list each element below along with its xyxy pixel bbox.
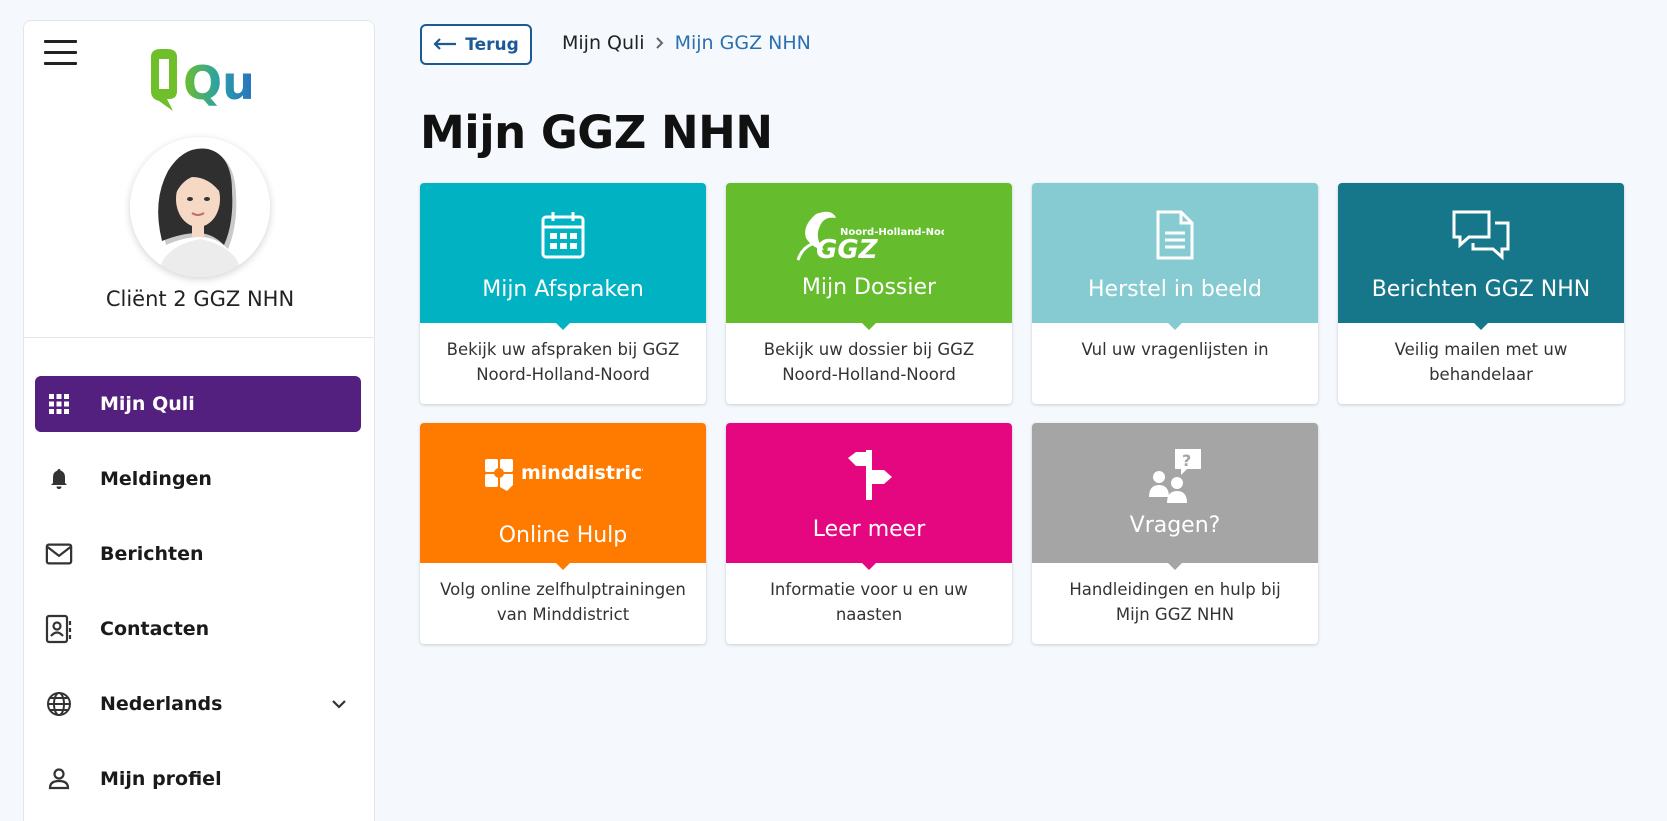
sidebar-item-language[interactable]: Nederlands [35,676,361,732]
envelope-icon [45,540,73,568]
logo-wordmark: Quli [183,56,257,110]
tile-title: Herstel in beeld [1087,277,1262,302]
chevron-down-icon[interactable] [331,694,347,713]
chevron-right-icon [655,36,665,50]
tile-header: minddistrict Online Hulp [420,423,706,570]
tile-mijn-dossier[interactable]: GGZ Noord-Holland-Noord Mijn Dossier Bek… [726,183,1012,404]
tile-herstel-in-beeld[interactable]: Herstel in beeld Vul uw vragenlijsten in [1032,183,1318,404]
tile-description: Volg online zelfhulptrainingen van Mindd… [440,580,686,624]
grid-icon [45,390,73,418]
menu-icon[interactable] [44,40,77,66]
tile-header: Berichten GGZ NHN [1338,183,1624,330]
calendar-icon [540,209,586,261]
sidebar-item-label: Nederlands [100,693,223,715]
quli-logo[interactable]: Quli [147,45,257,121]
divider [24,337,374,338]
sidebar-item-label: Mijn profiel [100,768,222,790]
sidebar-item-label: Contacten [100,618,210,640]
tile-description: Veilig mailen met uw behandelaar [1394,340,1568,384]
sidebar: Quli Cliënt 2 GGZ NHN Mi [23,20,375,821]
breadcrumb: Mijn Quli Mijn GGZ NHN [562,32,811,54]
ggz-logo-subtext: Noord-Holland-Noord [840,227,944,238]
tile-mijn-afspraken[interactable]: Mijn Afspraken Bekijk uw afspraken bij G… [420,183,706,404]
tile-title: Berichten GGZ NHN [1371,277,1591,302]
tile-header: ? Vragen? [1032,423,1318,570]
sidebar-item-mijn-profiel[interactable]: Mijn profiel [35,751,361,807]
chat-bubbles-icon [1451,209,1511,261]
svg-text:?: ? [1182,451,1191,470]
minddistrict-logo: minddistrict [483,449,643,501]
back-button[interactable]: Terug [420,24,532,65]
breadcrumb-current[interactable]: Mijn GGZ NHN [675,32,811,54]
globe-icon [45,690,73,718]
sidebar-item-contacten[interactable]: Contacten [35,601,361,657]
tile-leer-meer[interactable]: Leer meer Informatie voor u en uw naaste… [726,423,1012,644]
sidebar-item-label: Berichten [100,543,204,565]
tile-online-hulp[interactable]: minddistrict Online Hulp Volg online zel… [420,423,706,644]
tile-title: Vragen? [1129,513,1221,538]
signpost-icon [844,449,894,501]
tile-title: Leer meer [812,517,926,542]
arrow-left-icon [433,35,457,55]
tile-header: Mijn Afspraken [420,183,706,330]
tile-title: Mijn Afspraken [482,277,644,302]
tile-title: Mijn Dossier [801,275,937,300]
sidebar-nav: Mijn Quli Meldingen Berichten Contacten … [35,376,361,821]
tile-header: GGZ Noord-Holland-Noord Mijn Dossier [726,183,1012,330]
ggz-logo-text: GGZ [816,235,879,262]
tile-header: Herstel in beeld [1032,183,1318,330]
contacts-icon [45,614,73,644]
question-people-icon: ? [1147,449,1203,503]
user-name: Cliënt 2 GGZ NHN [105,287,295,311]
tile-header: Leer meer [726,423,1012,570]
tile-description: Bekijk uw afspraken bij GGZ Noord-Hollan… [446,340,680,384]
document-icon [1155,209,1195,261]
tile-description: Bekijk uw dossier bij GGZ Noord-Holland-… [763,340,975,384]
back-button-label: Terug [465,34,519,55]
sidebar-item-meldingen[interactable]: Meldingen [35,451,361,507]
minddistrict-logo-text: minddistrict [521,462,643,484]
breadcrumb-mijn-quli[interactable]: Mijn Quli [562,32,645,54]
tile-berichten-ggz-nhn[interactable]: Berichten GGZ NHN Veilig mailen met uw b… [1338,183,1624,404]
tile-vragen[interactable]: ? Vragen? Handleidingen en hulp bij Mijn… [1032,423,1318,644]
bell-icon [45,465,73,493]
tile-description: Informatie voor u en uw naasten [770,580,968,624]
user-icon [45,765,73,793]
ggz-logo: GGZ Noord-Holland-Noord [794,209,944,262]
avatar [130,137,270,277]
sidebar-item-mijn-quli[interactable]: Mijn Quli [35,376,361,432]
sidebar-item-label: Meldingen [100,468,212,490]
sidebar-item-berichten[interactable]: Berichten [35,526,361,582]
sidebar-item-label: Mijn Quli [100,393,195,415]
page-title: Mijn GGZ NHN [420,106,773,159]
tile-description: Handleidingen en hulp bij Mijn GGZ NHN [1069,580,1281,624]
tile-title: Online Hulp [498,523,628,548]
